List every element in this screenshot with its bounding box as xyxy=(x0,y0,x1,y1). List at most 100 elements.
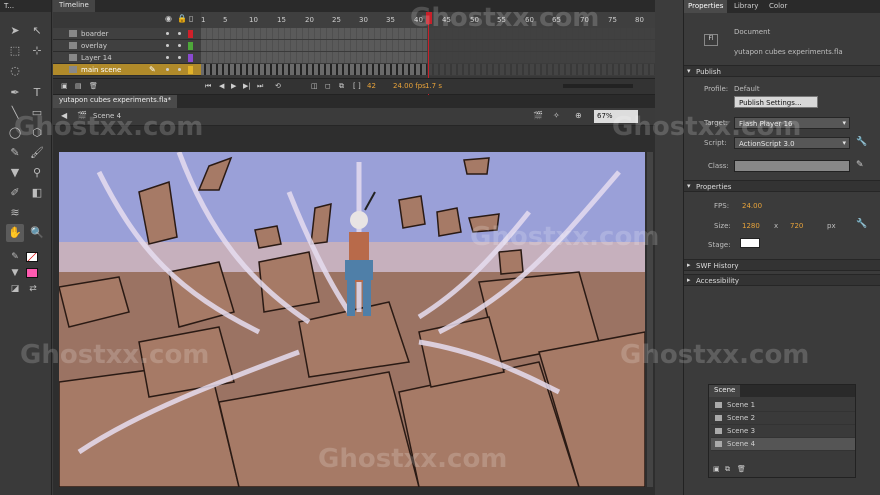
zoom-icon[interactable]: 🔍 xyxy=(28,224,46,242)
new-layer-icon[interactable]: ▣ xyxy=(61,82,68,90)
layer-row[interactable]: boarder xyxy=(53,28,201,40)
eraser-icon[interactable]: ◧ xyxy=(28,184,46,202)
loop-icon[interactable]: ⟲ xyxy=(275,82,281,90)
publish-section-header[interactable]: Publish xyxy=(684,65,880,77)
visibility-dot[interactable] xyxy=(166,56,169,59)
prev-frame-icon[interactable]: ◀ xyxy=(219,82,224,90)
lock-dot[interactable] xyxy=(178,56,181,59)
wrench-icon[interactable]: 🔧 xyxy=(856,137,867,147)
layer-row[interactable]: overlay xyxy=(53,40,201,52)
text-icon[interactable]: T xyxy=(28,84,46,102)
onion-outline-icon[interactable]: ◻ xyxy=(325,82,331,90)
last-frame-icon[interactable]: ⏭ xyxy=(257,82,263,91)
polystar-icon[interactable]: ⬡ xyxy=(28,124,46,142)
swap-colors-icon[interactable]: ⇄ xyxy=(24,280,42,298)
onion-skin-icon[interactable]: ◫ xyxy=(311,82,318,90)
lock-icon[interactable]: 🔒 xyxy=(177,14,187,23)
accessibility-section-header[interactable]: Accessibility xyxy=(684,274,880,286)
edit-multiple-icon[interactable]: ⧉ xyxy=(339,82,344,91)
lock-dot[interactable] xyxy=(178,44,181,47)
selection-tool-icon[interactable]: ➤ xyxy=(6,22,24,40)
empty-frames-area[interactable] xyxy=(427,28,655,76)
stroke-color-swatch[interactable] xyxy=(26,252,38,262)
size-label: Size: xyxy=(714,222,731,230)
add-scene-icon[interactable]: ▣ xyxy=(713,465,720,473)
tab-properties[interactable]: Properties xyxy=(684,0,728,13)
tab-color[interactable]: Color xyxy=(765,0,791,13)
delete-scene-icon[interactable]: 🗑 xyxy=(737,465,746,473)
playhead-marker[interactable] xyxy=(426,12,432,24)
timeline-zoom-slider[interactable] xyxy=(563,84,633,88)
onion-markers-icon[interactable]: [ ] xyxy=(353,82,361,90)
layer-row[interactable]: Layer 14 xyxy=(53,52,201,64)
scene-list-item[interactable]: Scene 1 xyxy=(711,399,855,412)
visibility-dot[interactable] xyxy=(166,68,169,71)
stage-label: Stage: xyxy=(708,241,731,249)
size-wrench-icon[interactable]: 🔧 xyxy=(856,219,867,229)
layer-color-swatch[interactable] xyxy=(188,30,193,38)
scene-list-item-selected[interactable]: Scene 4 xyxy=(711,438,855,451)
pencil-icon[interactable]: ✎ xyxy=(6,144,24,162)
scene-panel-tab[interactable]: Scene xyxy=(709,385,741,397)
3d-rotation-icon[interactable]: ⊹ xyxy=(28,42,46,60)
layer-color-swatch[interactable] xyxy=(188,42,193,50)
scene-list-item[interactable]: Scene 3 xyxy=(711,425,855,438)
pen-icon[interactable]: ✒ xyxy=(6,84,24,102)
edit-class-icon[interactable]: ✎ xyxy=(856,160,864,170)
fill-color-swatch[interactable] xyxy=(26,268,38,278)
center-stage-icon[interactable]: ⊕ xyxy=(575,111,582,120)
oval-icon[interactable]: ◯ xyxy=(6,124,24,142)
layer-color-swatch[interactable] xyxy=(188,66,193,74)
stage-canvas[interactable] xyxy=(59,152,645,487)
play-icon[interactable]: ▶ xyxy=(231,82,236,90)
zoom-select[interactable]: 67% xyxy=(594,110,638,123)
delete-layer-icon[interactable]: 🗑 xyxy=(89,82,98,90)
visibility-dot[interactable] xyxy=(166,44,169,47)
tools-tab[interactable]: T... xyxy=(0,0,51,12)
edit-symbols-icon[interactable]: ✧ xyxy=(553,111,560,120)
width-tool-icon[interactable]: ≋ xyxy=(6,204,24,222)
scene-list-item[interactable]: Scene 2 xyxy=(711,412,855,425)
outline-icon[interactable]: ▯ xyxy=(189,14,193,23)
layer-row-selected[interactable]: main scene ✎ xyxy=(53,64,201,76)
frame-rate[interactable]: 24.00 fps xyxy=(393,82,426,90)
edit-scene-icon[interactable]: 🎬 xyxy=(533,111,543,120)
target-select[interactable]: Flash Player 16 xyxy=(734,117,850,129)
swf-history-section-header[interactable]: SWF History xyxy=(684,259,880,271)
brush-icon[interactable]: 🖌 xyxy=(28,144,46,162)
lock-dot[interactable] xyxy=(178,68,181,71)
current-frame[interactable]: 42 xyxy=(367,82,376,90)
tab-library[interactable]: Library xyxy=(730,0,762,13)
stage-width[interactable]: 1280 xyxy=(742,222,760,230)
new-folder-icon[interactable]: ▤ xyxy=(75,82,82,90)
script-select[interactable]: ActionScript 3.0 xyxy=(734,137,850,149)
bone-icon[interactable]: ⚲ xyxy=(28,164,46,182)
properties-section-header[interactable]: Properties xyxy=(684,180,880,192)
lasso-icon[interactable]: ◌ xyxy=(6,62,24,80)
first-frame-icon[interactable]: ⏮ xyxy=(205,82,211,91)
layer-color-swatch[interactable] xyxy=(188,54,193,62)
stage-height[interactable]: 720 xyxy=(790,222,803,230)
eyedropper-icon[interactable]: ✐ xyxy=(6,184,24,202)
timeline-tab[interactable]: Timeline xyxy=(53,0,95,12)
visibility-dot[interactable] xyxy=(166,32,169,35)
lock-dot[interactable] xyxy=(178,32,181,35)
hand-icon[interactable]: ✋ xyxy=(6,224,24,242)
stage-color-swatch[interactable] xyxy=(740,238,760,248)
free-transform-icon[interactable]: ⬚ xyxy=(6,42,24,60)
eye-icon[interactable]: ◉ xyxy=(165,14,172,23)
subselection-tool-icon[interactable]: ↖ xyxy=(28,22,46,40)
fps-value[interactable]: 24.00 xyxy=(742,202,762,210)
back-arrow-icon[interactable]: ◀ xyxy=(61,111,67,120)
stage-area[interactable] xyxy=(53,126,655,495)
rectangle-icon[interactable]: ▭ xyxy=(28,104,46,122)
publish-settings-button[interactable]: Publish Settings... xyxy=(734,96,818,108)
default-colors-icon[interactable]: ◪ xyxy=(6,280,24,298)
stage-vertical-scrollbar[interactable] xyxy=(647,152,653,487)
duplicate-scene-icon[interactable]: ⧉ xyxy=(725,465,730,474)
line-icon[interactable]: ╲ xyxy=(6,104,24,122)
class-input[interactable] xyxy=(734,160,850,172)
next-frame-icon[interactable]: ▶| xyxy=(243,82,251,90)
document-tab[interactable]: yutapon cubes experiments.fla* xyxy=(53,95,178,108)
paint-bucket-icon[interactable]: ▼ xyxy=(6,164,24,182)
